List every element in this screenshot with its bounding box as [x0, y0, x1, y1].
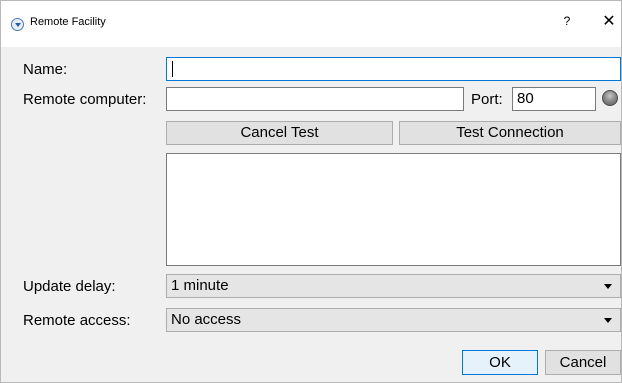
- window-title: Remote Facility: [30, 16, 106, 28]
- remote-access-label: Remote access:: [23, 312, 131, 329]
- chevron-down-icon: [604, 318, 612, 323]
- test-connection-button[interactable]: Test Connection: [399, 121, 621, 145]
- close-button[interactable]: ✕: [601, 12, 617, 32]
- port-label: Port:: [471, 91, 503, 108]
- update-delay-value: 1 minute: [171, 277, 229, 294]
- connection-status-led-icon: [602, 90, 618, 106]
- port-input[interactable]: 80: [512, 87, 596, 111]
- ok-button[interactable]: OK: [462, 350, 538, 375]
- update-delay-dropdown[interactable]: 1 minute: [166, 274, 621, 298]
- help-button[interactable]: ?: [559, 14, 575, 32]
- remote-computer-label: Remote computer:: [23, 91, 147, 108]
- connection-log-area[interactable]: [166, 153, 621, 266]
- name-label: Name:: [23, 61, 68, 78]
- remote-access-value: No access: [171, 311, 242, 328]
- cancel-button[interactable]: Cancel: [545, 350, 621, 375]
- app-icon: [11, 18, 24, 31]
- title-bar: Remote Facility ? ✕: [1, 1, 621, 47]
- remote-access-dropdown[interactable]: No access: [166, 308, 621, 332]
- name-input[interactable]: [166, 57, 621, 81]
- remote-facility-dialog: Remote Facility ? ✕ Name: Remote compute…: [0, 0, 622, 383]
- port-value: 80: [517, 90, 534, 107]
- update-delay-label: Update delay:: [23, 278, 116, 295]
- chevron-down-icon: [604, 284, 612, 289]
- cancel-test-button[interactable]: Cancel Test: [166, 121, 393, 145]
- remote-computer-input[interactable]: [166, 87, 464, 111]
- text-caret: [172, 61, 173, 77]
